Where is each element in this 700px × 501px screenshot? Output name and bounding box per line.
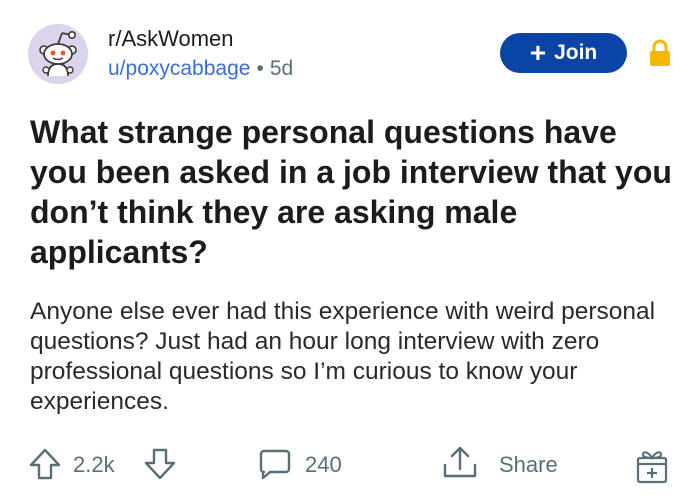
meta-separator: • [256,57,264,80]
upvote-button[interactable] [28,447,62,481]
comment-count[interactable]: 240 [305,452,342,478]
post-action-bar: 2.2k 240 Share [0,440,700,488]
comment-bubble-icon [259,449,291,480]
share-icon [443,446,477,478]
vote-score: 2.2k [73,452,115,477]
subreddit-avatar[interactable] [28,24,88,84]
post-title[interactable]: What strange personal questions have you… [30,112,680,272]
post-meta: u/poxycabbage • 5d [108,57,293,81]
comment-button[interactable] [258,447,292,481]
post-body: Anyone else ever had this experience wit… [30,298,656,415]
share-button[interactable] [440,445,480,481]
snoo-avatar-icon [28,24,88,84]
join-button[interactable]: + Join [500,33,627,73]
award-gift-icon [636,451,668,484]
downvote-arrow-icon [144,448,176,480]
plus-icon: + [529,37,547,68]
lock-icon [650,39,670,66]
upvote-arrow-icon [29,448,61,480]
downvote-button[interactable] [143,447,177,481]
subreddit-name[interactable]: r/AskWomen [108,26,234,52]
join-label: Join [554,41,598,64]
author-link[interactable]: u/poxycabbage [108,57,250,80]
award-button[interactable] [632,445,672,485]
post-age: 5d [269,57,294,80]
share-label[interactable]: Share [499,452,558,478]
